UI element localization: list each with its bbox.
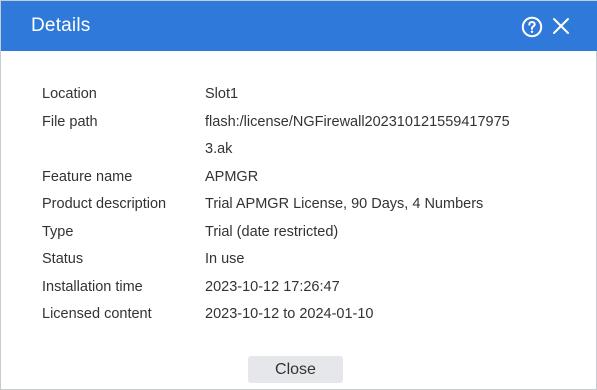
feature-name-label: Feature name	[42, 168, 133, 185]
type-value: Trial (date restricted)	[205, 223, 339, 240]
product-description-value: Trial APMGR License, 90 Days, 4 Numbers	[205, 196, 484, 212]
close-button[interactable]: Close	[248, 356, 343, 383]
status-label: Status	[42, 251, 84, 267]
installation-time-value: 2023-10-12 17:26:47	[205, 278, 340, 295]
file-path-label: File path	[42, 113, 98, 130]
license-details-dialog: Details Location Slot1 File path flash:/…	[0, 0, 597, 390]
dialog-header: Details	[1, 1, 597, 51]
detail-row-file-path: File path flash:/license/NGFirewall20231…	[1, 109, 597, 164]
feature-name-value: APMGR	[205, 168, 259, 185]
detail-row-location: Location Slot1	[1, 81, 597, 109]
location-label: Location	[42, 86, 97, 102]
location-value: Slot1	[205, 86, 239, 102]
close-icon[interactable]	[551, 16, 571, 36]
detail-row-installation-time: Installation time 2023-10-12 17:26:47	[1, 274, 597, 302]
licensed-content-label: Licensed content	[42, 306, 152, 322]
file-path-value: flash:/license/NGFirewall202310121559417…	[205, 113, 510, 158]
product-description-label: Product description	[42, 196, 167, 212]
licensed-content-value: 2023-10-12 to 2024-01-10	[205, 306, 374, 322]
help-circle-icon[interactable]	[521, 16, 543, 38]
status-value: In use	[205, 251, 245, 267]
detail-row-type: Type Trial (date restricted)	[1, 219, 597, 247]
detail-row-product-description: Product description Trial APMGR License,…	[1, 191, 597, 219]
dialog-title: Details	[31, 15, 91, 36]
detail-row-feature-name: Feature name APMGR	[1, 164, 597, 192]
detail-row-licensed-content: Licensed content 2023-10-12 to 2024-01-1…	[1, 301, 597, 329]
installation-time-label: Installation time	[42, 278, 143, 295]
detail-row-status: Status In use	[1, 246, 597, 274]
details-list: Location Slot1 File path flash:/license/…	[1, 81, 597, 329]
type-label: Type	[42, 223, 74, 240]
